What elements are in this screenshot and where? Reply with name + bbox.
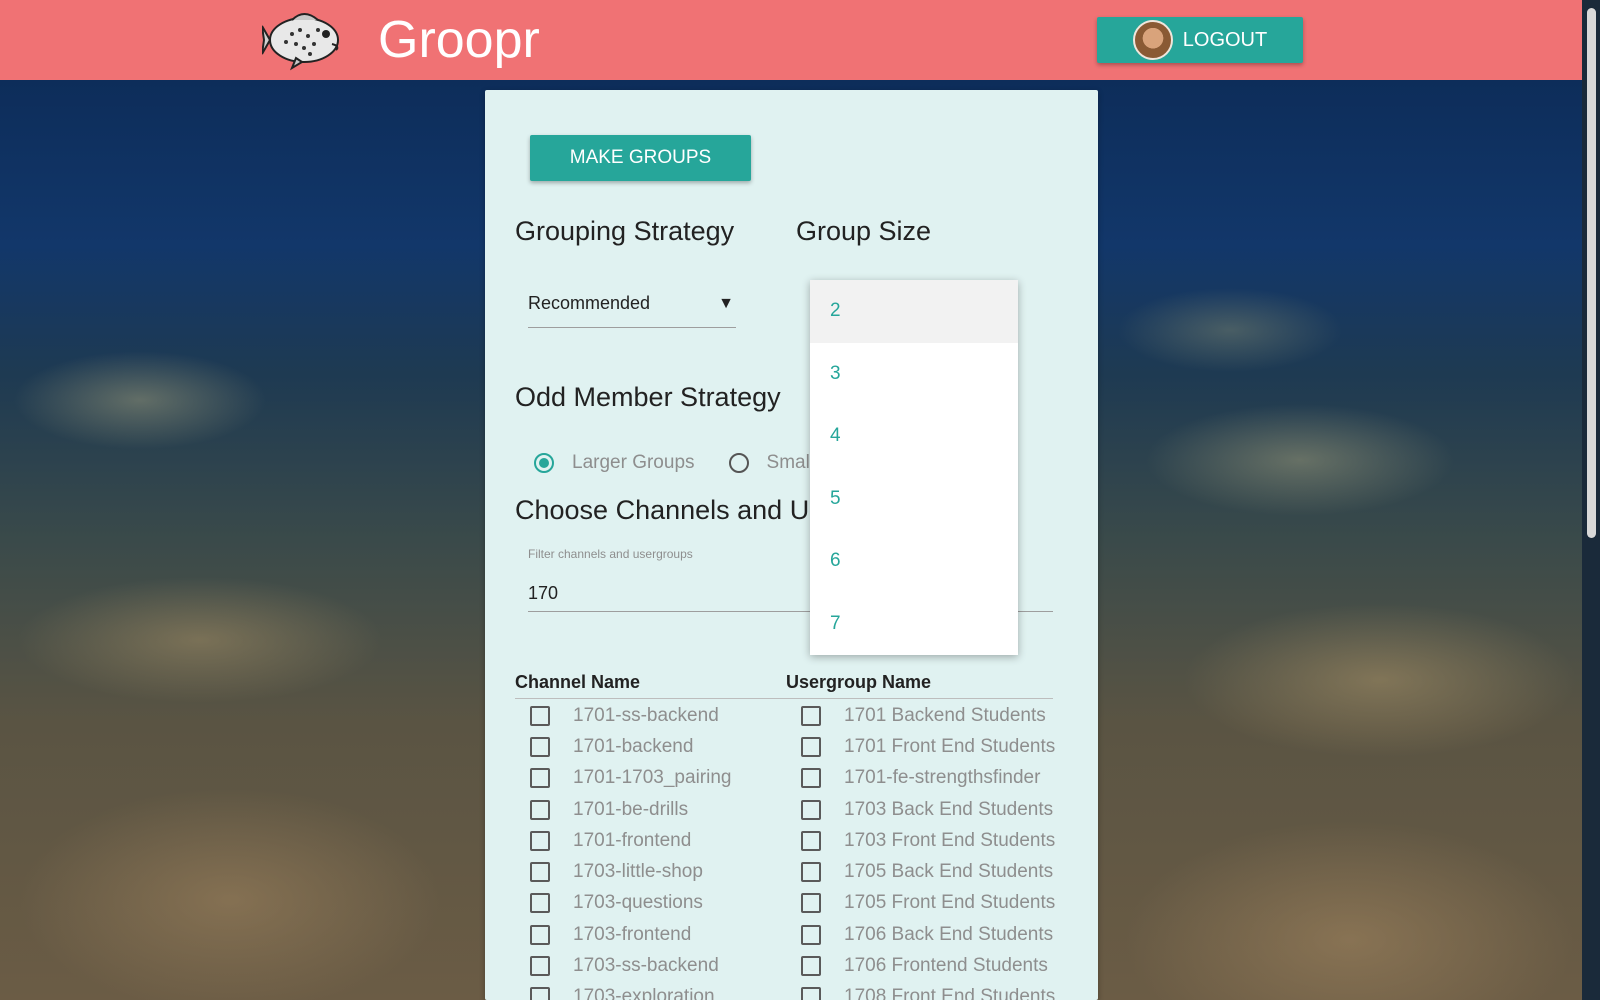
usergroup-item[interactable]: 1703 Back End Students [801,794,1055,825]
top-bar: Groopr LOGOUT [0,0,1582,80]
usergroup-checkbox[interactable] [801,862,821,883]
group-size-title: Group Size [796,216,932,246]
group-size-option[interactable]: 2 [810,280,1018,343]
logout-button[interactable]: LOGOUT [1097,17,1303,63]
smaller-groups-radio[interactable] [728,453,749,473]
usergroup-label: 1705 Back End Students [844,861,1054,883]
usergroup-label: 1703 Back End Students [844,798,1054,820]
usergroup-item[interactable]: 1701 Backend Students [801,700,1055,731]
channel-label: 1701-frontend [573,829,692,851]
usergroup-checkbox[interactable] [801,924,821,945]
logout-label: LOGOUT [1182,28,1268,51]
scrollbar-thumb[interactable] [1587,8,1596,538]
channel-label: 1701-be-drills [573,798,689,820]
channel-checkbox[interactable] [530,736,550,757]
filter-label: Filter channels and usergroups [528,547,693,561]
channel-item[interactable]: 1701-backend [530,731,731,762]
table-divider [515,698,1053,699]
triangle-down-icon: ▼ [718,294,734,312]
usergroup-item[interactable]: 1701 Front End Students [801,731,1055,762]
page-scrollbar[interactable] [1582,0,1600,1000]
usergroup-item[interactable]: 1701-fe-strengthsfinder [801,763,1055,794]
channel-checkbox[interactable] [530,799,550,820]
channel-label: 1701-ss-backend [573,704,719,726]
channel-item[interactable]: 1703-exploration [530,982,731,1000]
channel-label: 1703-questions [573,892,703,914]
channel-checkbox[interactable] [530,768,550,789]
usergroup-checkbox[interactable] [801,705,821,726]
group-size-option[interactable]: 4 [810,405,1018,468]
channel-name-header: Channel Name [515,672,641,692]
channel-item[interactable]: 1703-little-shop [530,856,731,887]
make-groups-button[interactable]: MAKE GROUPS [530,135,751,181]
usergroup-item[interactable]: 1705 Front End Students [801,888,1055,919]
usergroup-label: 1701 Front End Students [844,735,1056,757]
group-size-option[interactable]: 7 [810,593,1018,656]
channel-checkbox[interactable] [530,830,550,851]
group-size-option[interactable]: 3 [810,343,1018,406]
channel-item[interactable]: 1703-questions [530,888,731,919]
channel-label: 1703-little-shop [573,861,703,883]
usergroup-item[interactable]: 1703 Front End Students [801,825,1055,856]
usergroup-label: 1701 Backend Students [844,704,1046,726]
channel-item[interactable]: 1703-ss-backend [530,950,731,981]
group-size-option[interactable]: 5 [810,468,1018,531]
channel-item[interactable]: 1701-frontend [530,825,731,856]
app-title: Groopr [378,11,540,69]
channel-checkbox[interactable] [530,862,550,883]
channel-label: 1701-backend [573,735,694,757]
usergroup-checkbox[interactable] [801,830,821,851]
usergroup-checkbox[interactable] [801,893,821,914]
fish-icon [261,8,346,72]
larger-groups-radio[interactable] [534,453,554,473]
channel-label: 1703-exploration [573,986,715,1000]
channel-label: 1701-1703_pairing [573,767,732,789]
channel-label: 1703-frontend [573,923,692,945]
usergroup-label: 1706 Back End Students [844,923,1054,945]
channel-item[interactable]: 1703-frontend [530,919,731,950]
larger-groups-label[interactable]: Larger Groups [572,452,695,474]
usergroup-label: 1708 Front End Students [844,986,1056,1000]
usergroup-label: 1706 Frontend Students [844,955,1048,977]
odd-member-strategy-title: Odd Member Strategy [515,382,781,412]
usergroup-label: 1703 Front End Students [844,829,1056,851]
user-avatar [1132,20,1173,60]
usergroup-item[interactable]: 1705 Back End Students [801,856,1055,887]
channel-checkbox[interactable] [530,924,550,945]
channel-item[interactable]: 1701-be-drills [530,794,731,825]
grouping-strategy-title: Grouping Strategy [515,216,735,246]
channel-checkbox[interactable] [530,956,550,977]
choose-channels-title: Choose Channels and U [515,495,810,525]
usergroup-checkbox[interactable] [801,799,821,820]
odd-member-options: Larger Groups Small [534,452,814,474]
usergroup-checkbox[interactable] [801,768,821,789]
usergroup-label: 1705 Front End Students [844,892,1056,914]
usergroup-checkbox[interactable] [801,987,821,1000]
usergroup-item[interactable]: 1706 Back End Students [801,919,1055,950]
channel-item[interactable]: 1701-ss-backend [530,700,731,731]
grouping-strategy-select[interactable]: Recommended ▼ [528,280,736,328]
usergroup-item[interactable]: 1708 Front End Students [801,982,1055,1000]
usergroup-checkbox[interactable] [801,956,821,977]
grouping-strategy-value: Recommended [528,293,651,313]
usergroup-item[interactable]: 1706 Frontend Students [801,950,1055,981]
group-size-dropdown: 2 3 4 5 6 7 [810,280,1018,655]
usergroup-checkbox[interactable] [801,736,821,757]
channel-label: 1703-ss-backend [573,955,719,977]
channel-checkbox[interactable] [530,893,550,914]
usergroup-list: 1701 Backend Students 1701 Front End Stu… [801,700,1055,1000]
usergroup-name-header: Usergroup Name [786,672,932,692]
usergroup-label: 1701-fe-strengthsfinder [844,767,1041,789]
channel-checkbox[interactable] [530,987,550,1000]
group-size-option[interactable]: 6 [810,530,1018,593]
channel-list: 1701-ss-backend 1701-backend 1701-1703_p… [530,700,731,1000]
channel-item[interactable]: 1701-1703_pairing [530,763,731,794]
channel-checkbox[interactable] [530,705,550,726]
smaller-groups-label[interactable]: Small [767,452,815,474]
